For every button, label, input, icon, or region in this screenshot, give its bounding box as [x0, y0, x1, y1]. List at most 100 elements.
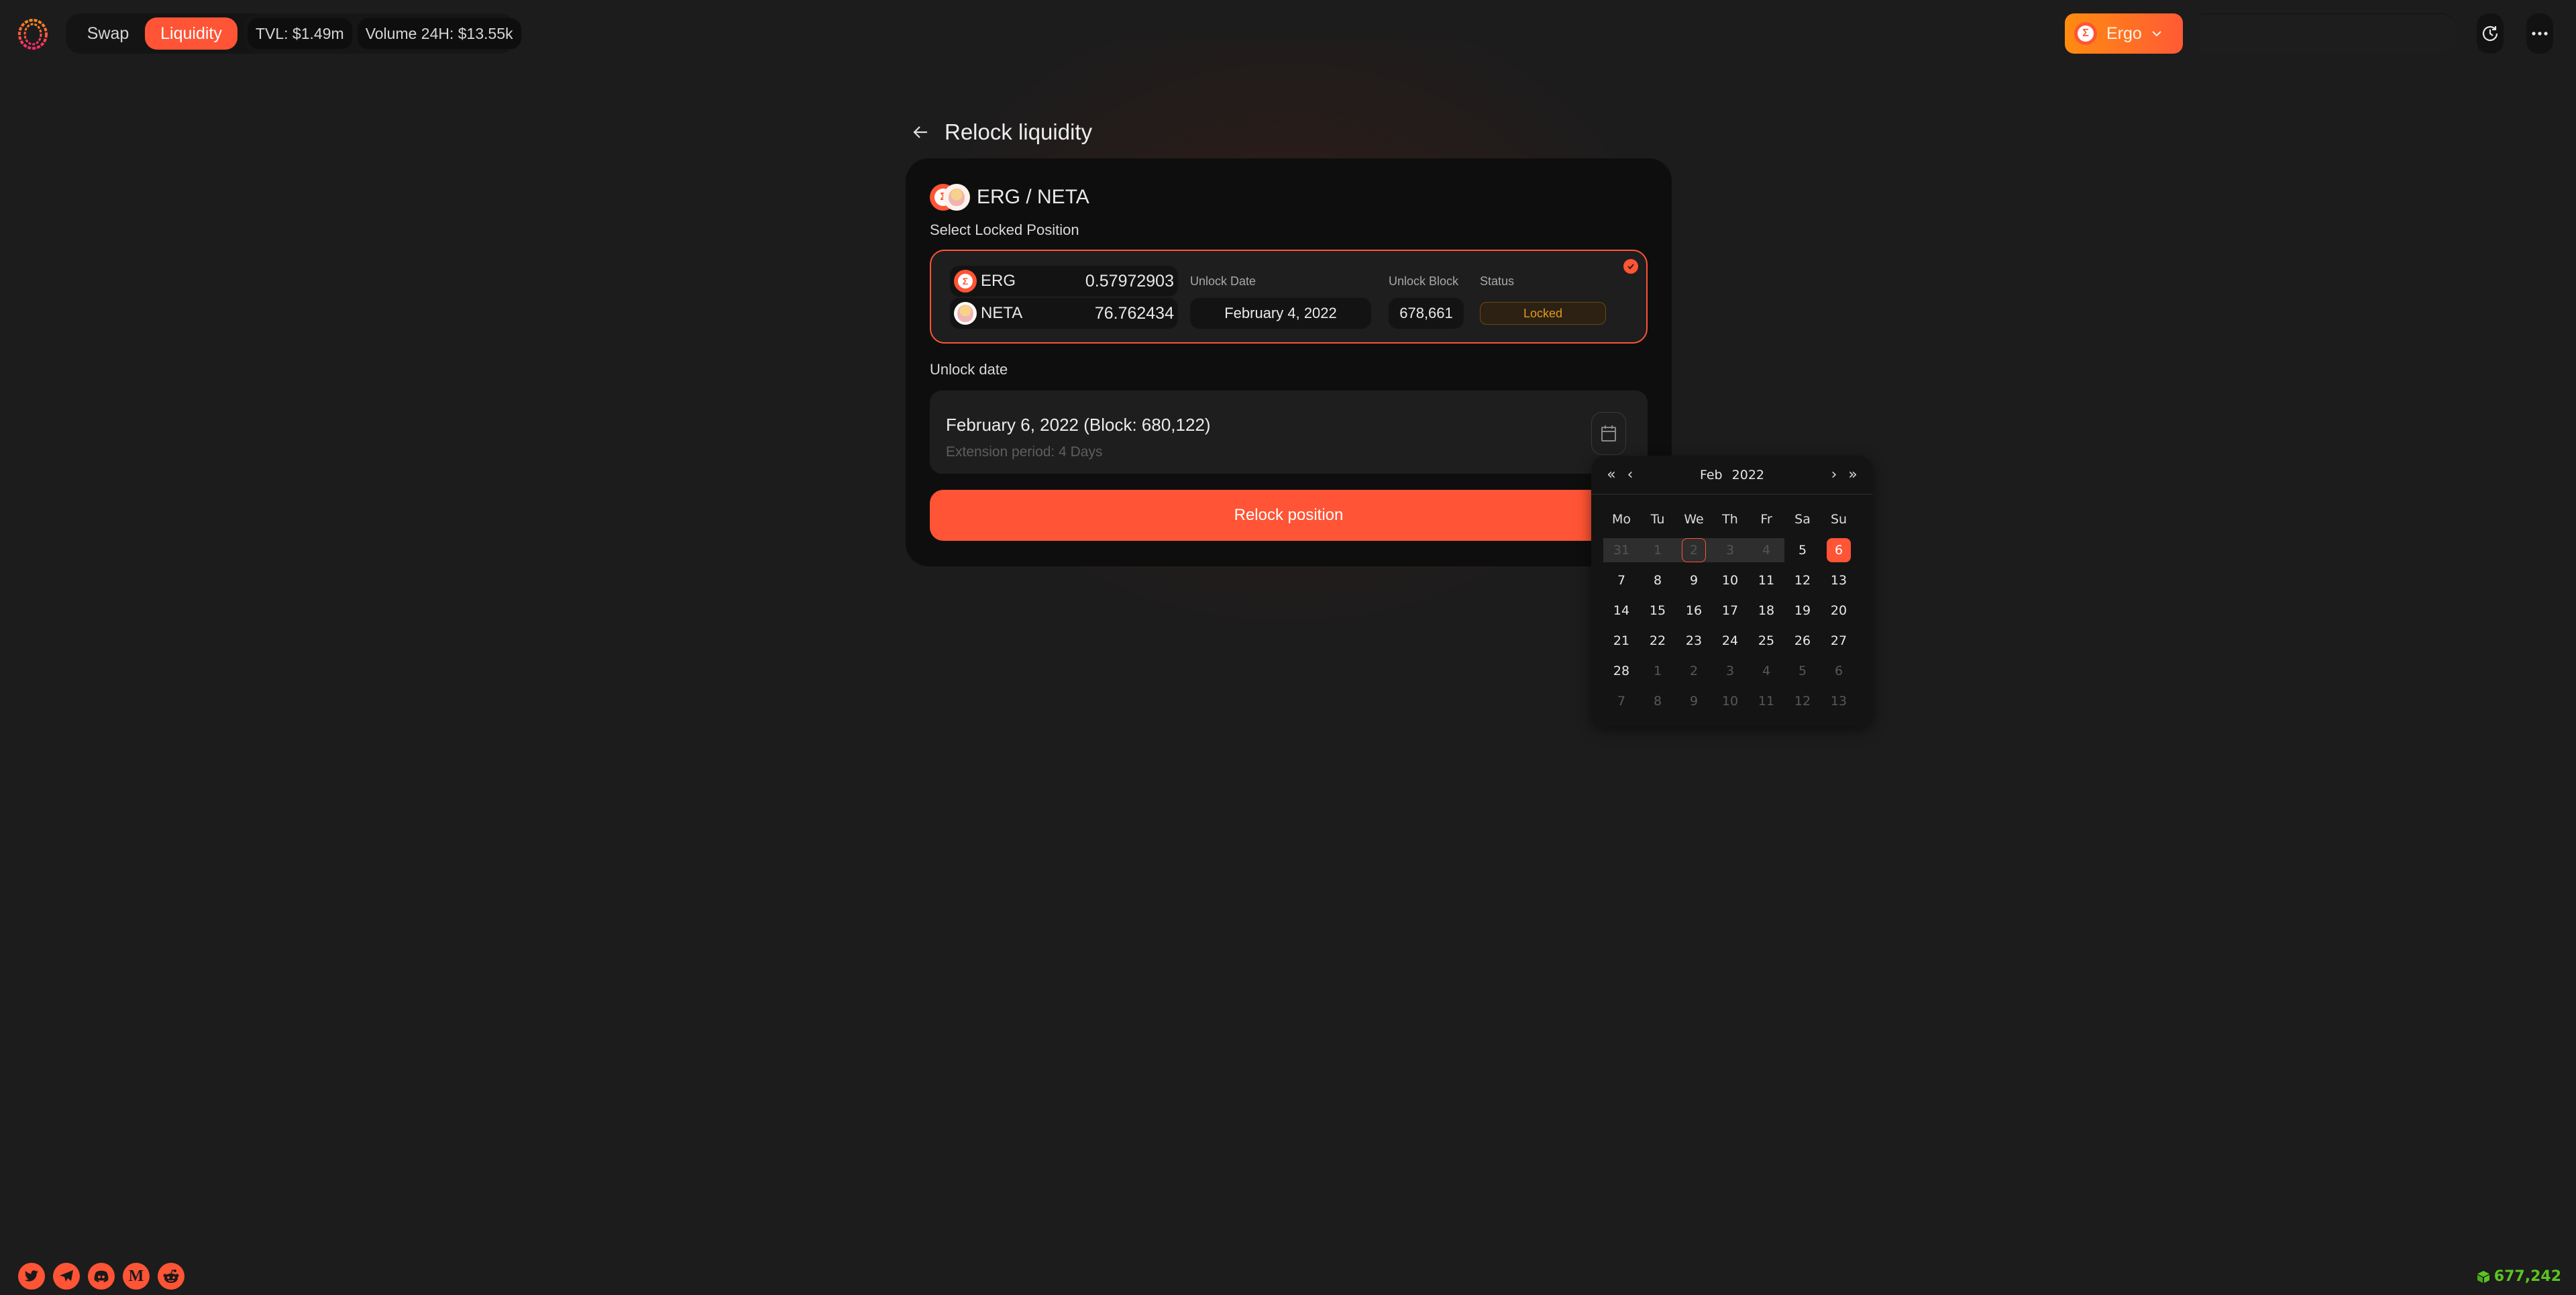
calendar-day-selected[interactable]: 6 [1821, 537, 1857, 562]
twitter-link[interactable] [18, 1263, 45, 1290]
page-header: Relock liquidity [912, 119, 1092, 145]
pair-header: Σ ERG / NETA [930, 184, 1089, 211]
calendar-day[interactable]: 19 [1784, 599, 1821, 623]
weekday-label: Su [1830, 512, 1847, 527]
calendar-day[interactable]: 22 [1640, 629, 1676, 653]
new-unlock-date: February 6, 2022 (Block: 680,122) [946, 415, 1211, 435]
calendar-day[interactable]: 27 [1821, 629, 1857, 653]
next-month-icon[interactable]: › [1825, 466, 1843, 483]
calendar-day[interactable]: 9 [1676, 568, 1712, 592]
weekday-label: Mo [1611, 512, 1631, 527]
unlock-date-column-label: Unlock Date [1190, 274, 1256, 288]
asset-symbol: NETA [981, 304, 1023, 322]
calendar-day: 31 [1603, 537, 1640, 562]
reddit-link[interactable] [158, 1263, 184, 1290]
calendar-day[interactable]: 12 [1784, 568, 1821, 592]
telegram-icon [60, 1270, 73, 1282]
calendar-icon [1601, 425, 1616, 442]
calendar-day[interactable]: 5 [1784, 659, 1821, 683]
nav-tab-liquidity[interactable]: Liquidity [145, 17, 237, 50]
calendar-day[interactable]: 11 [1748, 568, 1784, 592]
calendar-day[interactable]: 11 [1748, 689, 1784, 713]
stats-group: TVL: $1.49m Volume 24H: $13.55k [244, 13, 521, 54]
selected-check-icon [1623, 259, 1638, 274]
calendar-day[interactable]: 2 [1676, 659, 1712, 683]
calendar-day[interactable]: 12 [1784, 689, 1821, 713]
calendar-day[interactable]: 17 [1712, 599, 1748, 623]
calendar-day[interactable]: 8 [1640, 568, 1676, 592]
calendar-day[interactable]: 14 [1603, 599, 1640, 623]
history-icon [2482, 25, 2498, 42]
calendar-day[interactable]: 13 [1821, 568, 1857, 592]
medium-icon: M [128, 1267, 144, 1285]
weekday-label: Sa [1794, 512, 1811, 527]
neta-token-icon [954, 302, 977, 325]
tvl-stat: TVL: $1.49m [248, 18, 352, 49]
weekday-label: Fr [1760, 512, 1772, 527]
calendar-day: 4 [1748, 537, 1784, 562]
network-selector[interactable]: Σ Ergo [2065, 13, 2183, 54]
status-badge: Locked [1480, 302, 1606, 325]
calendar-day[interactable]: 20 [1821, 599, 1857, 623]
calendar-day[interactable]: 8 [1640, 689, 1676, 713]
calendar-day-number: 2 [1682, 537, 1706, 562]
calendar-day[interactable]: 25 [1748, 629, 1784, 653]
discord-link[interactable] [88, 1263, 115, 1290]
calendar-day[interactable]: 5 [1784, 538, 1821, 562]
locked-position-option[interactable]: Σ ERG 0.57972903 NETA 76.762434 Unlock D… [930, 250, 1648, 344]
calendar-week-row: 7 8 9 10 11 12 13 [1603, 565, 1861, 595]
date-picker-popup: « ‹ Feb 2022 › » Mo Tu We Th Fr Sa Su 31 1 2 3 4 5 6… [1591, 456, 1873, 727]
calendar-day[interactable]: 7 [1603, 568, 1640, 592]
calendar-day-number: 6 [1827, 537, 1851, 562]
weekday-header-row: Mo Tu We Th Fr Sa Su [1603, 509, 1861, 529]
asset-amount: 0.57972903 [1085, 271, 1174, 291]
history-button[interactable] [2477, 13, 2504, 54]
weekday-label: We [1684, 512, 1704, 527]
arrow-left-icon[interactable] [912, 123, 930, 141]
unlock-date-label: Unlock date [930, 361, 1008, 378]
calendar-day[interactable]: 4 [1748, 659, 1784, 683]
neta-token-icon [943, 184, 970, 211]
unlock-date-value: February 4, 2022 [1190, 298, 1371, 329]
more-button[interactable] [2526, 13, 2553, 54]
calendar-day[interactable]: 6 [1821, 659, 1857, 683]
calendar-day[interactable]: 23 [1676, 629, 1712, 653]
weekday-label: Th [1722, 512, 1738, 527]
calendar-day[interactable]: 18 [1748, 599, 1784, 623]
calendar-day[interactable]: 9 [1676, 689, 1712, 713]
social-links: M [18, 1263, 184, 1290]
prev-month-icon[interactable]: ‹ [1621, 466, 1640, 483]
calendar-day-today: 2 [1676, 537, 1712, 562]
open-calendar-button[interactable] [1591, 412, 1626, 455]
calendar-day[interactable]: 28 [1603, 659, 1640, 683]
calendar-year[interactable]: 2022 [1732, 468, 1764, 482]
nav-tab-swap[interactable]: Swap [71, 17, 145, 50]
calendar-day[interactable]: 13 [1821, 689, 1857, 713]
calendar-day[interactable]: 1 [1640, 659, 1676, 683]
calendar-header: « ‹ Feb 2022 › » [1591, 456, 1873, 495]
calendar-day: 3 [1712, 537, 1748, 562]
calendar-day[interactable]: 21 [1603, 629, 1640, 653]
medium-link[interactable]: M [123, 1263, 150, 1290]
calendar-month[interactable]: Feb [1700, 468, 1723, 482]
wallet-connect-area[interactable] [2200, 13, 2455, 54]
calendar-day[interactable]: 15 [1640, 599, 1676, 623]
calendar-week-row: 31 1 2 3 4 5 6 [1603, 535, 1861, 565]
calendar-day[interactable]: 24 [1712, 629, 1748, 653]
calendar-day[interactable]: 26 [1784, 629, 1821, 653]
twitter-icon [24, 1270, 38, 1282]
more-icon [2532, 32, 2548, 36]
calendar-day[interactable]: 16 [1676, 599, 1712, 623]
asset-symbol: ERG [981, 272, 1016, 290]
relock-position-button[interactable]: Relock position [930, 490, 1648, 541]
calendar-day[interactable]: 10 [1712, 689, 1748, 713]
calendar-day[interactable]: 3 [1712, 659, 1748, 683]
prev-year-icon[interactable]: « [1602, 466, 1621, 483]
calendar-title: Feb 2022 [1640, 468, 1825, 482]
calendar-day[interactable]: 7 [1603, 689, 1640, 713]
calendar-day[interactable]: 10 [1712, 568, 1748, 592]
logo-icon[interactable] [17, 19, 48, 50]
telegram-link[interactable] [53, 1263, 80, 1290]
next-year-icon[interactable]: » [1843, 466, 1862, 483]
unlock-date-field[interactable]: February 6, 2022 (Block: 680,122) Extens… [930, 391, 1648, 474]
